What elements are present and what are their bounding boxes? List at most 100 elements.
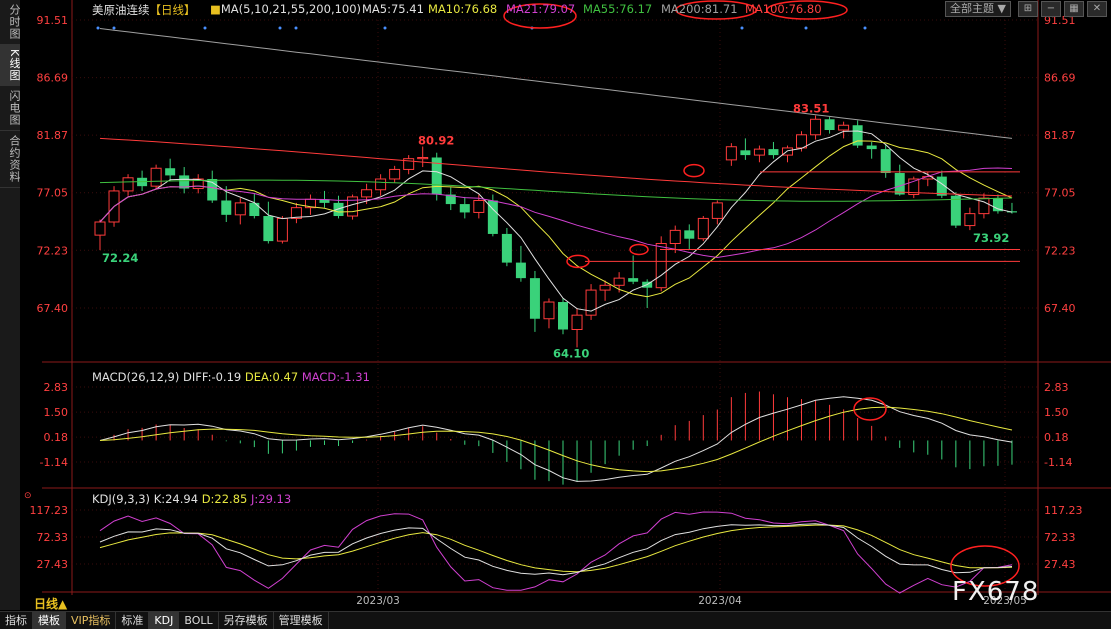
ma-params: ■MA(5,10,21,55,200,100): [210, 2, 362, 16]
candle-body: [263, 216, 274, 242]
x-axis-date-label: 2023/04: [698, 595, 742, 607]
tab-save-template[interactable]: 另存模板: [219, 612, 274, 629]
candle-body: [249, 202, 260, 217]
candle-body: [221, 200, 232, 215]
macd-value: MACD:-1.31: [301, 370, 370, 384]
y-tick-label-left: 72.23: [37, 244, 69, 257]
window-controls: 全部主题 ▼ ⊞ − ▦ ✕: [945, 1, 1107, 17]
candle-body: [234, 202, 246, 216]
tab-k-line[interactable]: K线图: [0, 45, 21, 87]
candle-body: [473, 199, 485, 213]
kdj-y-label-left: 27.43: [37, 558, 69, 571]
y-tick-label-right: 67.40: [1044, 302, 1076, 315]
candle-body: [894, 173, 905, 195]
y-tick-label-left: 67.40: [37, 302, 69, 315]
candle-body: [740, 150, 751, 156]
candle-body: [628, 278, 639, 282]
macd-y-label-right: 1.50: [1044, 406, 1069, 419]
instrument-name: 美原油连续【日线】: [92, 3, 196, 17]
candle-body: [529, 278, 540, 319]
macd-y-label-left: 2.83: [44, 381, 69, 394]
price-annotation: 72.24: [102, 251, 138, 265]
fx678-watermark: FX678: [952, 577, 1040, 607]
candle-body: [543, 301, 555, 320]
chart-area[interactable]: 2023/03 2023/04 2023/05 72.2480.9264.1083.…: [20, 0, 1111, 610]
y-tick-label-right: 86.69: [1044, 72, 1076, 85]
candle-body: [375, 178, 387, 191]
kdj-y-label-left: 72.33: [37, 531, 69, 544]
macd-header: MACD(26,12,9) DIFF:-0.19 DEA:0.47 MACD:-…: [92, 370, 370, 384]
tab-vip-indicators[interactable]: VIP指标: [66, 612, 117, 629]
grid-icon[interactable]: ▦: [1064, 1, 1084, 17]
macd-diff: DIFF:-0.19: [183, 370, 242, 384]
period-tag: 【日线】: [149, 3, 196, 17]
candle-body: [333, 202, 344, 217]
candle-body: [150, 167, 162, 187]
event-dot: [863, 26, 867, 30]
y-tick-label-left: 77.05: [37, 187, 69, 200]
tab-time-chart[interactable]: 分时图: [0, 0, 21, 45]
tab-standard[interactable]: 标准: [116, 612, 150, 629]
tab-flash-chart[interactable]: 闪电图: [0, 86, 21, 132]
candle-body: [753, 148, 765, 156]
tab-boll[interactable]: BOLL: [179, 612, 219, 629]
y-tick-label-right: 77.05: [1044, 187, 1076, 200]
close-icon[interactable]: ✕: [1087, 1, 1107, 17]
x-axis-date-label: 2023/03: [356, 595, 400, 607]
candle-body: [824, 119, 835, 131]
price-annotation: 64.10: [553, 346, 589, 360]
macd-y-label-left: 1.50: [44, 406, 69, 419]
candle-body: [978, 197, 990, 215]
candle-body: [276, 217, 288, 242]
kdj-y-label-left: 117.23: [30, 504, 69, 517]
left-sidebar: 分时图 K线图 闪电图 合约资料: [0, 0, 21, 610]
candle-body: [768, 149, 779, 156]
ma-square-icon: ■: [210, 2, 221, 16]
y-tick-label-left: 81.87: [37, 129, 69, 142]
candle-body: [684, 230, 695, 239]
candle-body: [697, 217, 709, 240]
candle-body: [417, 156, 429, 160]
event-dot: [740, 26, 744, 30]
candle-body: [361, 189, 373, 198]
price-annotation: 80.92: [418, 134, 454, 148]
candle-body: [810, 118, 822, 136]
crosshair-icon[interactable]: ⊞: [1018, 1, 1038, 17]
candle-body: [880, 149, 891, 174]
kdj-settings-icon[interactable]: ⊙: [24, 491, 32, 501]
y-tick-label-left: 91.51: [37, 14, 69, 27]
candle-body: [599, 284, 611, 291]
candle-body: [94, 221, 106, 236]
event-dot: [203, 26, 207, 30]
candle-body: [838, 124, 850, 131]
ma21-value: MA21:79.07: [506, 2, 576, 16]
event-dot: [96, 26, 100, 30]
y-tick-label-right: 81.87: [1044, 129, 1076, 142]
period-selector[interactable]: 日线▲: [34, 595, 67, 612]
kdj-y-label-right: 117.23: [1044, 504, 1083, 517]
kdj-j: J:29.13: [251, 492, 292, 506]
macd-y-label-right: 0.18: [1044, 431, 1069, 444]
event-dot: [804, 26, 808, 30]
price-annotation: 73.92: [973, 231, 1009, 245]
minimize-icon[interactable]: −: [1041, 1, 1061, 17]
event-dot: [112, 26, 116, 30]
theme-dropdown[interactable]: 全部主题 ▼: [945, 1, 1011, 17]
y-tick-label-right: 72.23: [1044, 244, 1076, 257]
price-annotation: 83.51: [793, 102, 829, 116]
ma200-value: MA200:81.71: [661, 2, 738, 16]
candle-body: [571, 314, 583, 331]
macd-y-label-left: 0.18: [44, 431, 69, 444]
tab-manage-templates[interactable]: 管理模板: [274, 612, 329, 629]
ma100-value: MA100:76.80: [745, 2, 822, 16]
bottom-toolbar: 指标 模板 VIP指标 标准 KDJ BOLL 另存模板 管理模板: [0, 611, 1111, 629]
macd-y-label-left: -1.14: [40, 456, 68, 469]
candle-body: [389, 168, 401, 180]
candle-body: [613, 277, 625, 286]
tab-kdj[interactable]: KDJ: [149, 612, 180, 629]
kdj-k: K:24.94: [153, 492, 199, 506]
tab-contract-info[interactable]: 合约资料: [0, 131, 21, 189]
tab-indicators[interactable]: 指标: [0, 612, 33, 629]
tab-templates[interactable]: 模板: [33, 612, 66, 629]
candle-body: [122, 177, 134, 192]
